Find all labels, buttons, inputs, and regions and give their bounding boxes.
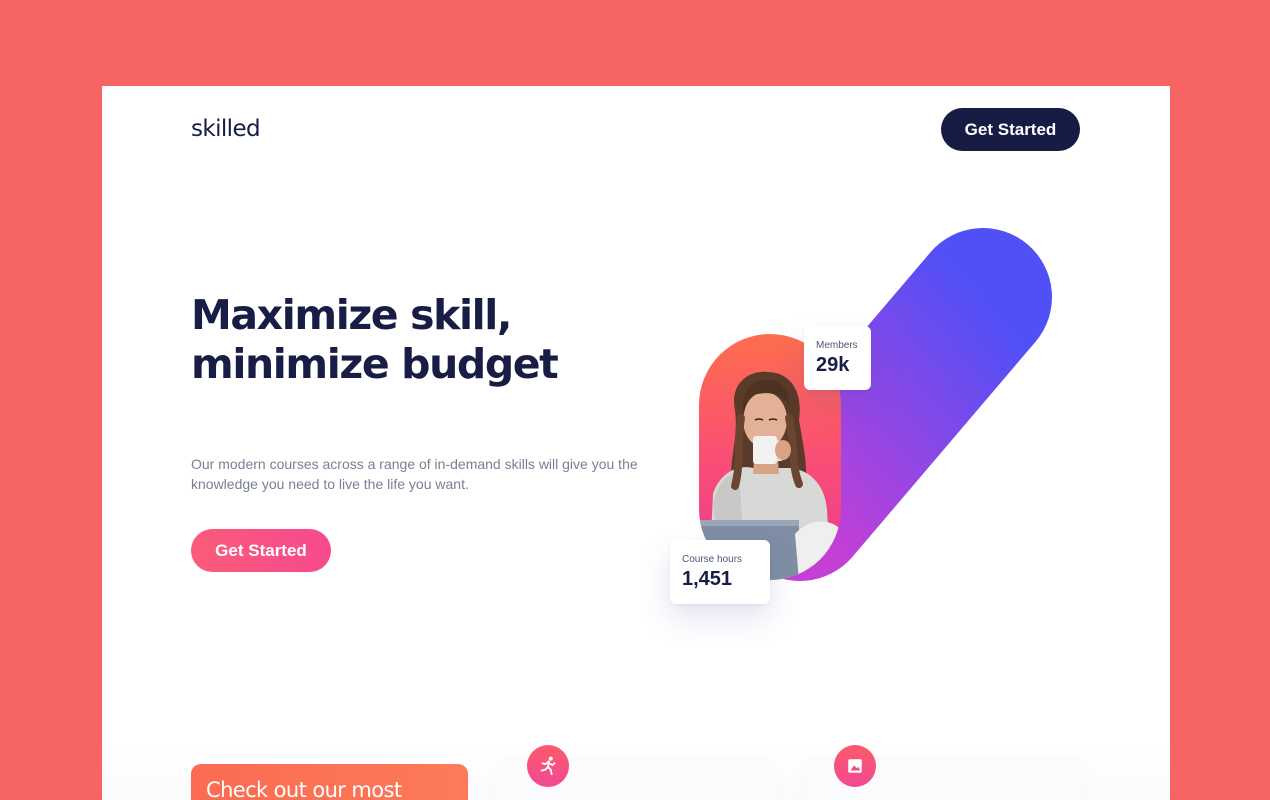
promo-card[interactable]: Check out our most [191,764,468,800]
hero-headline: Maximize skill, minimize budget [191,291,611,389]
header-get-started-button[interactable]: Get Started [941,108,1080,151]
running-person-icon-glyph [540,756,556,776]
image-icon-glyph [848,759,862,773]
headline-line-1: Maximize skill, [191,291,512,339]
promo-text: Check out our most [206,778,402,800]
headline-line-2: minimize budget [191,340,559,388]
members-label: Members [816,340,858,351]
hero-get-started-button[interactable]: Get Started [191,529,331,572]
course-hours-value: 1,451 [682,568,733,590]
course-hours-stat-card: Course hours 1,451 [670,540,770,604]
members-stat-card: Members 29k [804,326,871,390]
hero-subtitle: Our modern courses across a range of in-… [191,456,638,492]
image-icon[interactable] [834,745,876,787]
course-hours-label: Course hours [682,554,743,565]
running-person-icon[interactable] [527,745,569,787]
landing-page: skilled Get Started Maximize skill, mini… [102,86,1170,800]
logo[interactable]: skilled [191,116,261,142]
members-value: 29k [816,354,850,376]
